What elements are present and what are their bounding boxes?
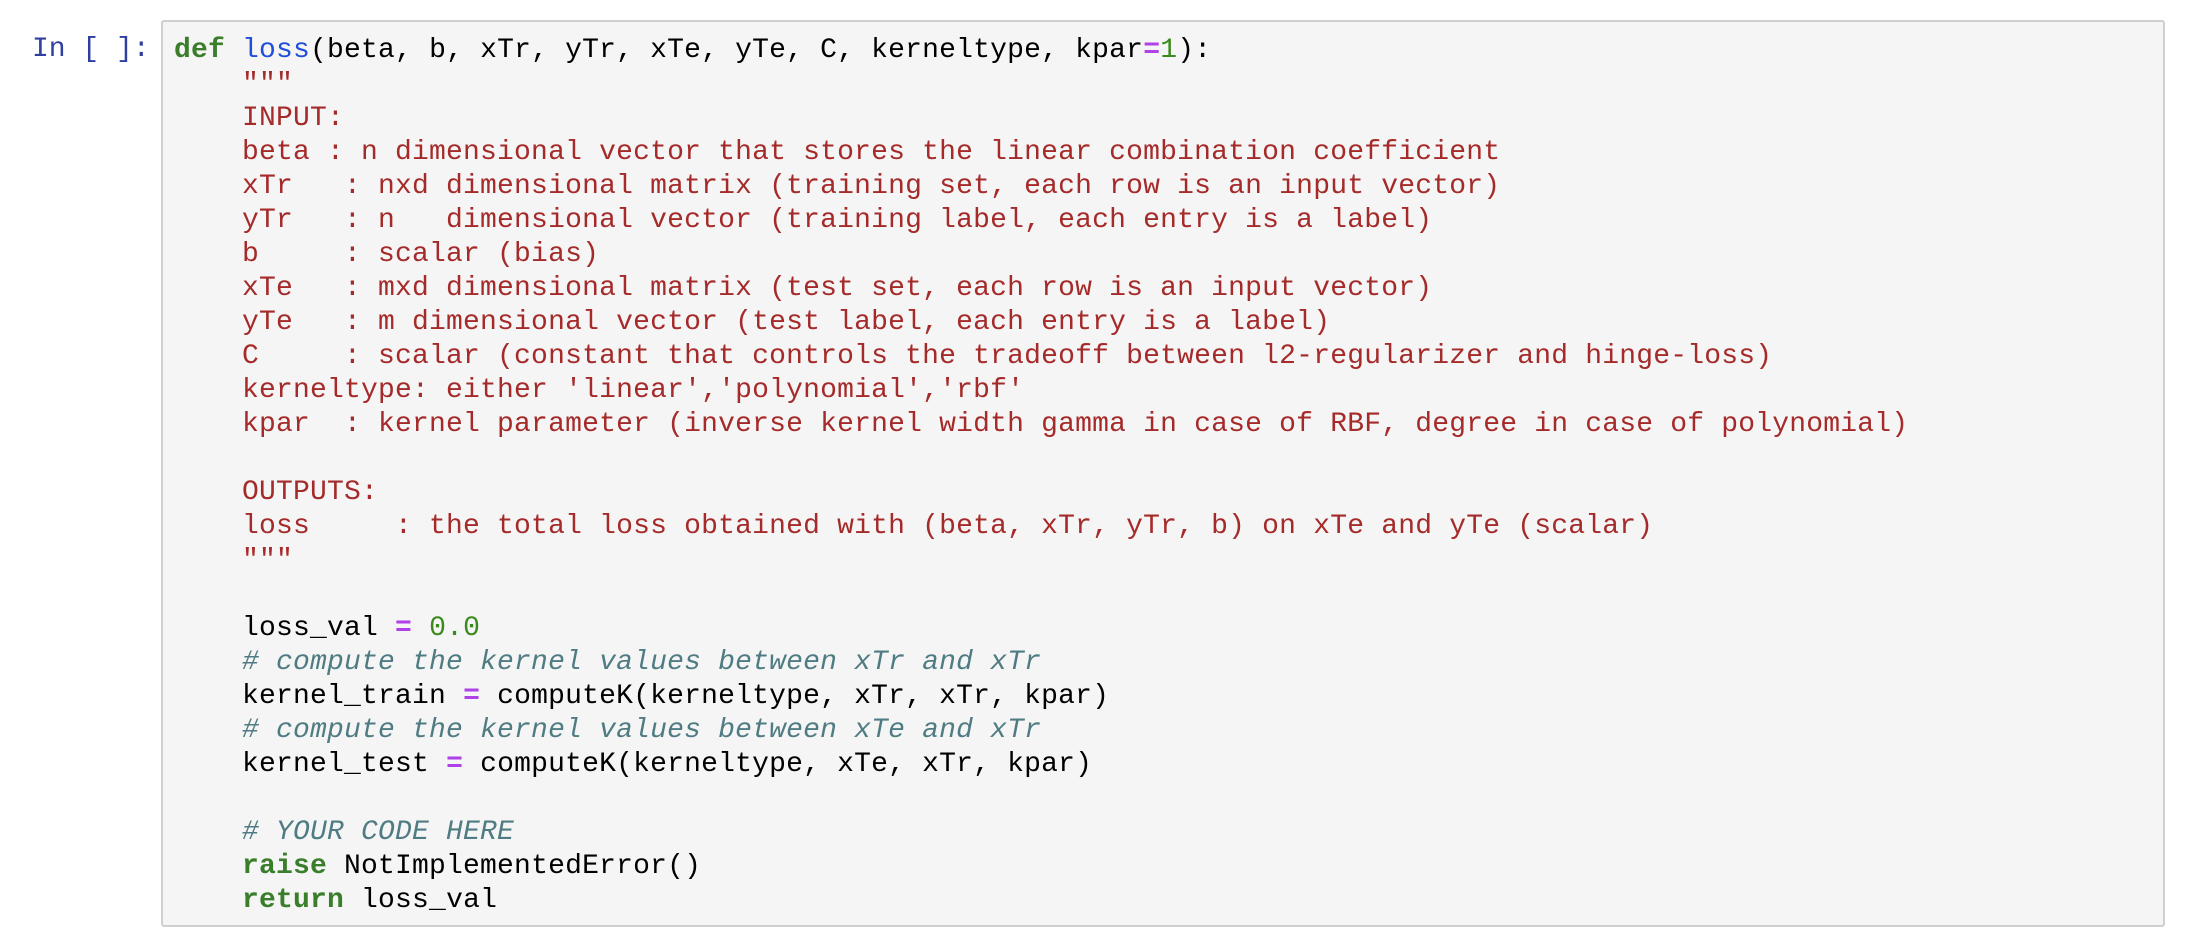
code-line-kernel-train: kernel_train = computeK(kerneltype, xTr,… [174, 680, 1908, 714]
docstring-line: yTr : n dimensional vector (training lab… [242, 205, 1433, 236]
comment-line: # compute the kernel values between xTe … [242, 715, 1042, 746]
code-editor[interactable]: def loss(beta, b, xTr, yTr, xTe, yTe, C,… [161, 20, 2165, 927]
docstring-line: kpar : kernel parameter (inverse kernel … [242, 409, 1909, 440]
code-line-def: def loss(beta, b, xTr, yTr, xTe, yTe, C,… [174, 34, 1908, 68]
number-literal: 0.0 [412, 613, 481, 644]
function-args: (beta, b, xTr, yTr, xTe, yTe, C, kernelt… [310, 35, 1144, 66]
docstring-line: INPUT: [242, 103, 345, 134]
docstring-line: beta : n dimensional vector that stores … [242, 137, 1501, 168]
signature-end: ): [1177, 35, 1212, 66]
return-expression: loss_val [344, 885, 498, 916]
computeK-call: computeK(kerneltype, xTr, xTr, kpar) [480, 681, 1110, 712]
docstring-line: xTe : mxd dimensional matrix (test set, … [242, 273, 1433, 304]
default-value: 1 [1160, 35, 1178, 66]
docstring-line [174, 442, 1908, 476]
code-line-loss-val: loss_val = 0.0 [174, 612, 1908, 646]
docstring-line: b : scalar (bias) [242, 239, 600, 270]
docstring-line: loss : the total loss obtained with (bet… [242, 511, 1654, 542]
code-line-raise: raise NotImplementedError() [174, 850, 1908, 884]
code-line-kernel-test: kernel_test = computeK(kerneltype, xTe, … [174, 748, 1908, 782]
variable-loss-val: loss_val [242, 613, 396, 644]
keyword-raise: raise [242, 851, 328, 882]
variable-kernel-test: kernel_test [242, 749, 447, 780]
function-name: loss [242, 35, 311, 66]
docstring-line: yTe : m dimensional vector (test label, … [242, 307, 1331, 338]
variable-kernel-train: kernel_train [242, 681, 464, 712]
notebook-code-cell: In [ ]: def loss(beta, b, xTr, yTr, xTe,… [0, 0, 2194, 946]
input-prompt: In [ ]: [32, 34, 150, 65]
comment-line: # YOUR CODE HERE [242, 817, 515, 848]
default-assign-operator: = [1143, 35, 1161, 66]
keyword-def: def [174, 35, 226, 66]
code-line-return: return loss_val [174, 884, 1908, 918]
docstring-line: xTr : nxd dimensional matrix (training s… [242, 171, 1501, 202]
assign-operator: = [463, 681, 481, 712]
code-content[interactable]: def loss(beta, b, xTr, yTr, xTe, yTe, C,… [174, 34, 1908, 918]
docstring-line: kerneltype: either 'linear','polynomial'… [242, 375, 1025, 406]
docstring-line: """ [242, 545, 294, 576]
raise-expression: NotImplementedError() [327, 851, 702, 882]
docstring-line: C : scalar (constant that controls the t… [242, 341, 1773, 372]
computeK-call: computeK(kerneltype, xTe, xTr, kpar) [463, 749, 1093, 780]
comment-line: # compute the kernel values between xTr … [242, 647, 1042, 678]
docstring-line: """ [242, 69, 294, 100]
assign-operator: = [395, 613, 413, 644]
assign-operator: = [446, 749, 464, 780]
keyword-return: return [242, 885, 345, 916]
docstring-line: OUTPUTS: [242, 477, 379, 508]
